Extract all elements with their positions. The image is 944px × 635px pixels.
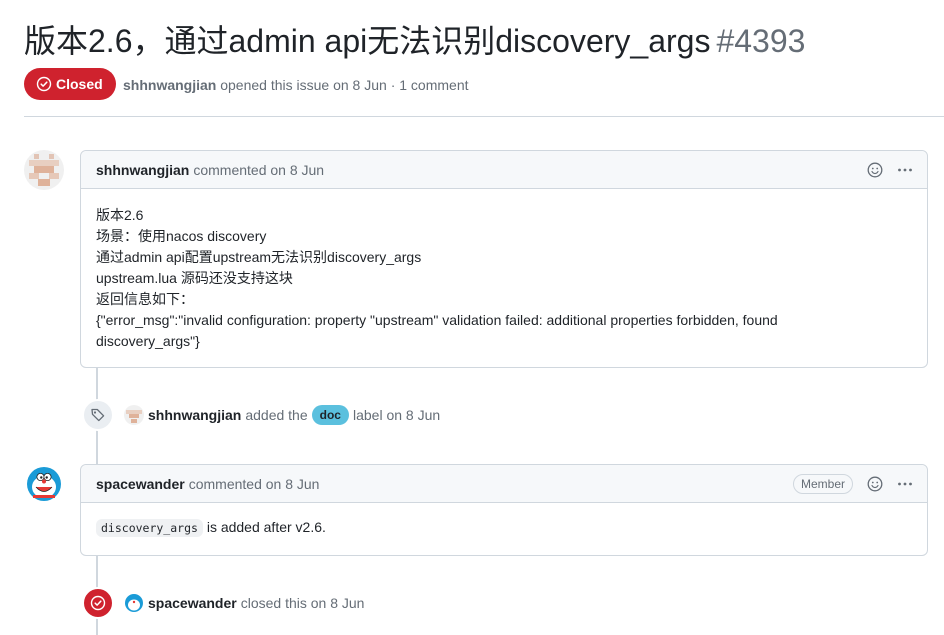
issue-number: #4393 [716, 23, 806, 59]
avatar[interactable] [124, 593, 144, 613]
comment-body: discovery_args is added after v2.6. [81, 503, 927, 555]
timeline-event-closed: spacewander closed this on 8 Jun [82, 587, 364, 619]
comment-action[interactable]: commented on 8 Jun [189, 476, 320, 492]
inline-code: discovery_args [96, 519, 203, 537]
comment-box: spacewander commented on 8 Jun Member di… [80, 464, 928, 556]
issue-title-text: 版本2.6，通过admin api无法识别discovery_args [24, 23, 711, 59]
event-text: closed this on 8 Jun [240, 595, 365, 611]
avatar[interactable] [24, 150, 64, 190]
tag-icon [82, 399, 114, 431]
issue-meta: shhnwangjian opened this issue on 8 Jun … [123, 75, 469, 95]
comment-body: 版本2.6 场景：使用nacos discovery 通过admin api配置… [81, 189, 927, 368]
comment-box: shhnwangjian commented on 8 Jun 版本2.6 场景… [80, 150, 928, 368]
closed-circle-icon [36, 76, 52, 92]
avatar[interactable] [24, 464, 64, 504]
comment-line: 版本2.6 [96, 207, 144, 223]
member-badge: Member [792, 474, 853, 494]
issue-author-link[interactable]: shhnwangjian [123, 77, 216, 93]
header-divider [24, 116, 944, 117]
event-actor[interactable]: spacewander [148, 595, 237, 611]
event-text: added the [245, 407, 308, 423]
status-badge: Closed [24, 68, 116, 100]
avatar[interactable] [124, 405, 144, 425]
status-label: Closed [56, 76, 103, 92]
event-actor[interactable]: shhnwangjian [148, 407, 241, 423]
comment-line: 返回信息如下： [96, 291, 194, 307]
comment-action[interactable]: commented on 8 Jun [193, 162, 324, 178]
event-text: label on 8 Jun [352, 407, 441, 423]
smiley-icon[interactable] [865, 474, 885, 494]
smiley-icon[interactable] [865, 160, 885, 180]
comment-header: spacewander commented on 8 Jun Member [81, 465, 927, 503]
comment-line: upstream.lua 源码还没支持这块 [96, 270, 293, 286]
kebab-menu-icon[interactable] [895, 474, 915, 494]
closed-circle-icon [82, 587, 114, 619]
comment-text: is added after v2.6. [202, 519, 326, 535]
comment-header: shhnwangjian commented on 8 Jun [81, 151, 927, 189]
issue-title: 版本2.6，通过admin api无法识别discovery_args #4393 [24, 18, 944, 64]
comment-author[interactable]: spacewander [96, 476, 185, 492]
comment-line: discovery_args"} [96, 333, 200, 349]
comment-line: {"error_msg":"invalid configuration: pro… [96, 312, 778, 328]
label-doc[interactable]: doc [311, 405, 349, 425]
comment-author[interactable]: shhnwangjian [96, 162, 189, 178]
comment-line: 通过admin api配置upstream无法识别discovery_args [96, 249, 422, 265]
comment-line: 场景：使用nacos discovery [96, 228, 267, 244]
comment-line: discovery_args is added after v2.6. [96, 517, 912, 539]
timeline-event-labeled: shhnwangjian added the doc label on 8 Ju… [82, 399, 440, 431]
kebab-menu-icon[interactable] [895, 160, 915, 180]
issue-opened-text: opened this issue on 8 Jun · 1 comment [220, 77, 469, 93]
